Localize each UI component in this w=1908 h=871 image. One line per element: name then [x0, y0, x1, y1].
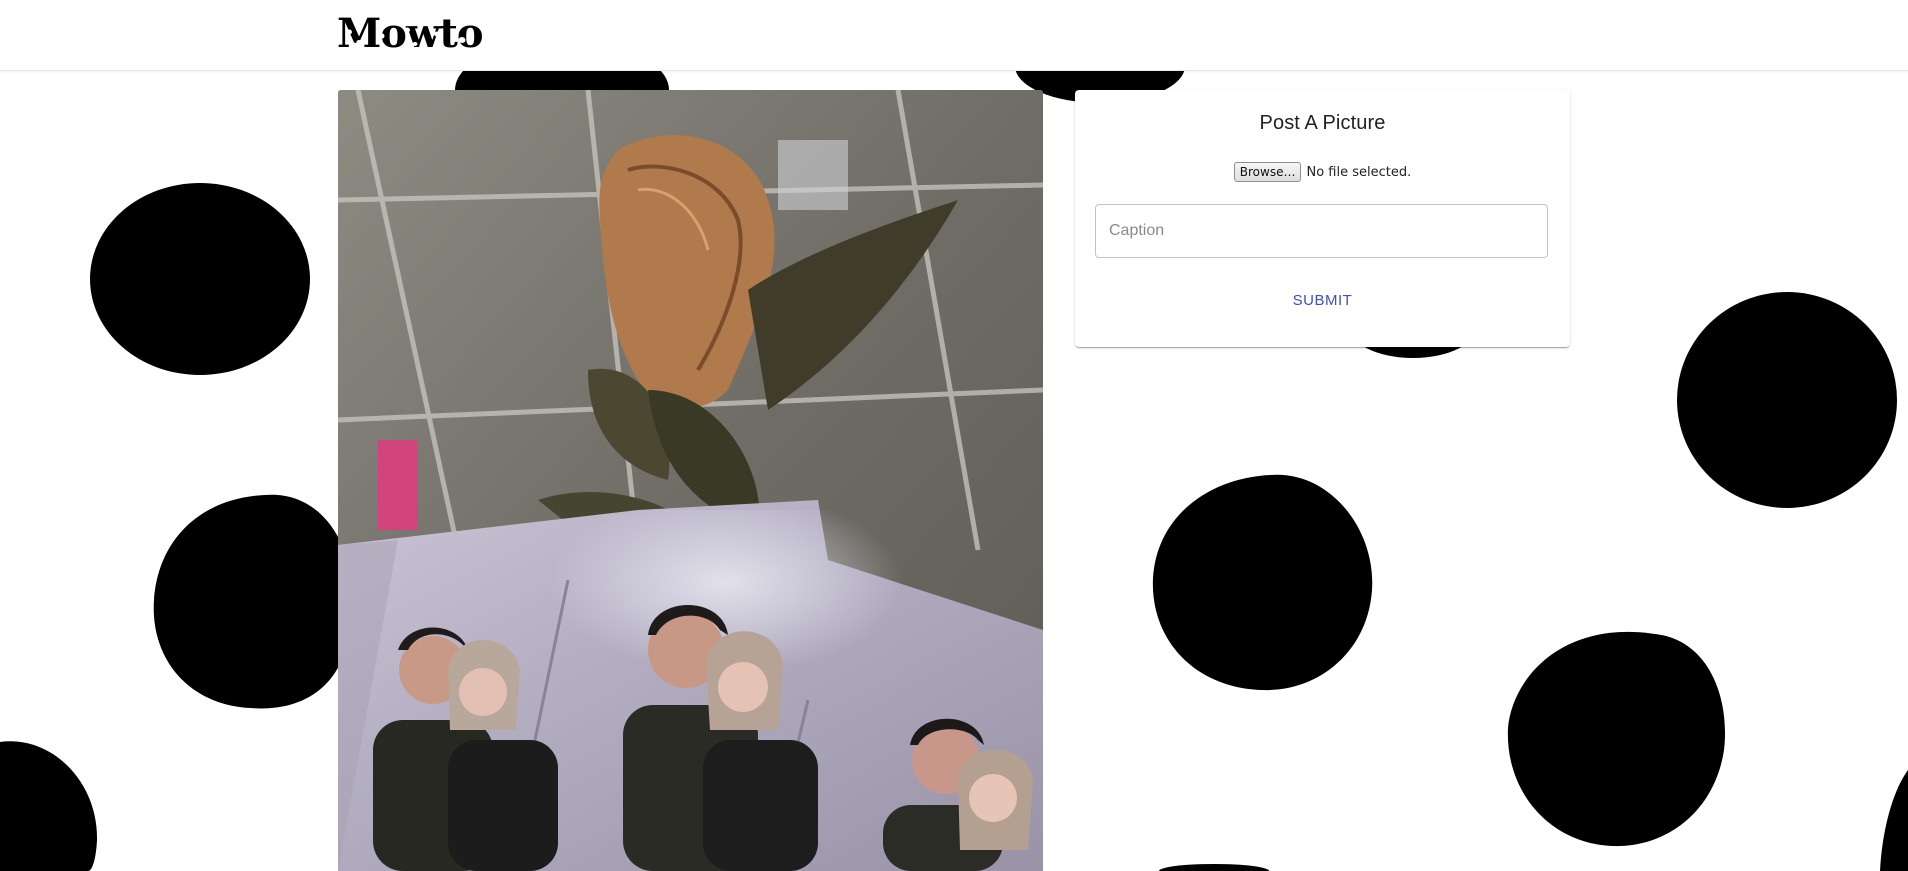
spot: [0, 741, 98, 871]
logo-text: Mowto: [337, 10, 484, 57]
spot: [1159, 864, 1269, 871]
caption-field[interactable]: [1095, 204, 1548, 258]
spot: [1152, 474, 1373, 691]
spot: [1507, 631, 1726, 847]
post-picture-card: Post A Picture Browse… No file selected. …: [1075, 90, 1570, 347]
spot: [1880, 770, 1908, 871]
submit-button[interactable]: SUBMIT: [1261, 282, 1384, 318]
browse-button[interactable]: Browse…: [1233, 162, 1302, 182]
spot: [1677, 292, 1897, 508]
photo-image: [338, 90, 1043, 871]
spot: [90, 183, 310, 375]
spot: [153, 494, 354, 709]
caption-input[interactable]: [1096, 205, 1547, 257]
logo[interactable]: Mowto: [337, 10, 484, 57]
card-title: Post A Picture: [1259, 112, 1386, 134]
app-header: Mowto: [0, 0, 1908, 71]
posted-photo: [338, 90, 1043, 871]
file-status: No file selected.: [1306, 164, 1412, 180]
file-input[interactable]: Browse… No file selected.: [1075, 162, 1570, 182]
